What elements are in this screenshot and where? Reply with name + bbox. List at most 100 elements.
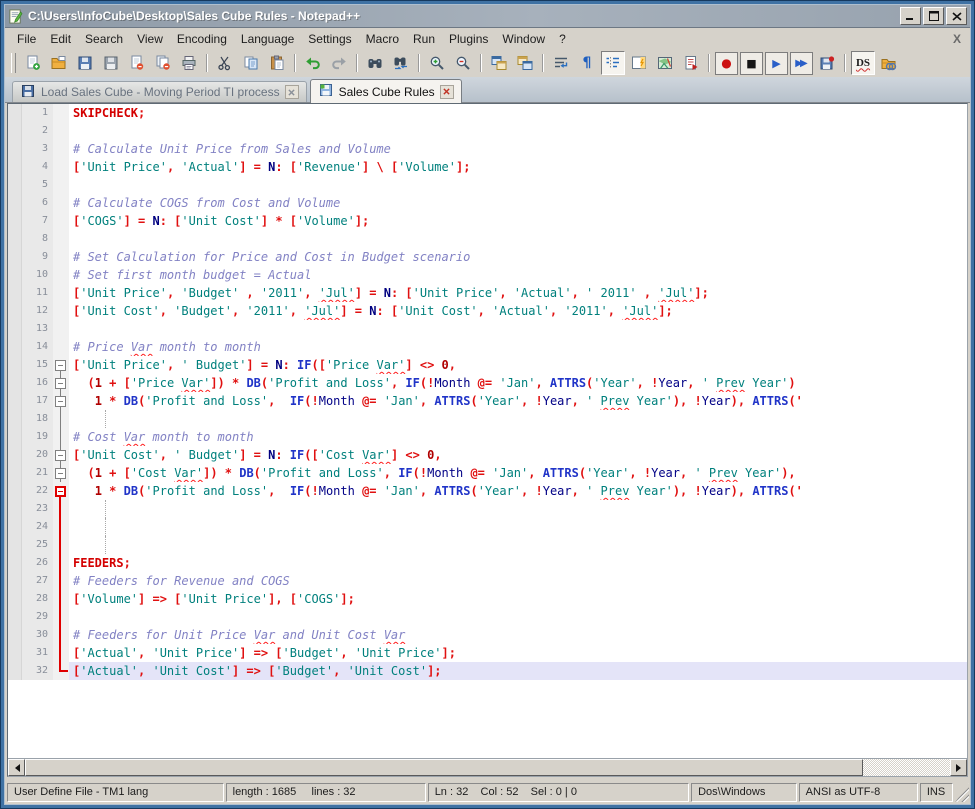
horizontal-scrollbar[interactable] <box>8 758 967 776</box>
tab-close-icon[interactable] <box>285 85 299 99</box>
bookmark-margin[interactable] <box>8 320 22 338</box>
doc-switcher-icon[interactable]: DS <box>851 51 875 75</box>
fold-toggle-icon[interactable] <box>55 360 66 371</box>
fold-toggle-icon[interactable] <box>55 468 66 479</box>
doc-map-icon[interactable] <box>627 51 651 75</box>
scroll-right-button[interactable] <box>950 759 967 776</box>
fold-margin[interactable] <box>53 464 69 482</box>
save-file-icon[interactable] <box>73 51 97 75</box>
word-wrap-icon[interactable] <box>549 51 573 75</box>
bookmark-margin[interactable] <box>8 410 22 428</box>
bookmark-margin[interactable] <box>8 356 22 374</box>
bookmark-margin[interactable] <box>8 302 22 320</box>
stop-macro-icon[interactable]: ■ <box>740 52 763 75</box>
close-all-icon[interactable] <box>151 51 175 75</box>
menu-item-language[interactable]: Language <box>234 30 301 48</box>
open-file-icon[interactable] <box>47 51 71 75</box>
tab-close-icon[interactable] <box>440 85 454 99</box>
sync-vertical-icon[interactable] <box>487 51 511 75</box>
replace-icon[interactable] <box>389 51 413 75</box>
fold-margin[interactable] <box>53 356 69 374</box>
bookmark-margin[interactable] <box>8 338 22 356</box>
fold-toggle-icon[interactable] <box>55 378 66 389</box>
scrollbar-track[interactable] <box>863 759 950 776</box>
bookmark-margin[interactable] <box>8 374 22 392</box>
bookmark-margin[interactable] <box>8 158 22 176</box>
bookmark-margin[interactable] <box>8 212 22 230</box>
fold-margin[interactable] <box>53 374 69 392</box>
close-document-x-icon[interactable]: X <box>953 32 961 46</box>
scrollbar-thumb[interactable] <box>25 759 863 776</box>
menu-item-encoding[interactable]: Encoding <box>170 30 234 48</box>
save-macro-icon[interactable] <box>815 51 839 75</box>
resize-grip[interactable] <box>955 783 969 802</box>
menu-item-window[interactable]: Window <box>495 30 552 48</box>
bookmark-margin[interactable] <box>8 500 22 518</box>
zoom-in-icon[interactable] <box>425 51 449 75</box>
menu-item-help[interactable]: ? <box>552 30 573 48</box>
bookmark-margin[interactable] <box>8 176 22 194</box>
menu-item-search[interactable]: Search <box>78 30 130 48</box>
fold-margin[interactable] <box>53 446 69 464</box>
bookmark-margin[interactable] <box>8 140 22 158</box>
scroll-left-button[interactable] <box>8 759 25 776</box>
bookmark-margin[interactable] <box>8 284 22 302</box>
bookmark-margin[interactable] <box>8 608 22 626</box>
monitor-icon[interactable] <box>679 51 703 75</box>
bookmark-margin[interactable] <box>8 266 22 284</box>
bookmark-margin[interactable] <box>8 428 22 446</box>
bookmark-margin[interactable] <box>8 644 22 662</box>
bookmark-margin[interactable] <box>8 464 22 482</box>
function-list-icon[interactable] <box>653 51 677 75</box>
bookmark-margin[interactable] <box>8 194 22 212</box>
run-macro-multi-icon[interactable]: ▶▶ <box>790 52 813 75</box>
zoom-out-icon[interactable] <box>451 51 475 75</box>
fold-margin[interactable] <box>53 482 69 500</box>
bookmark-margin[interactable] <box>8 626 22 644</box>
minimize-button[interactable] <box>900 7 921 25</box>
bookmark-margin[interactable] <box>8 590 22 608</box>
bookmark-margin[interactable] <box>8 536 22 554</box>
bookmark-margin[interactable] <box>8 572 22 590</box>
maximize-button[interactable] <box>923 7 944 25</box>
menu-item-file[interactable]: File <box>10 30 43 48</box>
fold-margin[interactable] <box>53 392 69 410</box>
sync-horizontal-icon[interactable] <box>513 51 537 75</box>
menu-item-run[interactable]: Run <box>406 30 442 48</box>
new-file-icon[interactable] <box>21 51 45 75</box>
close-file-icon[interactable] <box>125 51 149 75</box>
redo-icon[interactable] <box>327 51 351 75</box>
record-macro-icon[interactable]: ● <box>715 52 738 75</box>
undo-icon[interactable] <box>301 51 325 75</box>
fold-toggle-icon[interactable] <box>55 396 66 407</box>
fold-toggle-icon[interactable] <box>55 486 66 497</box>
bookmark-margin[interactable] <box>8 554 22 572</box>
fold-toggle-icon[interactable] <box>55 450 66 461</box>
show-all-chars-icon[interactable]: ¶ <box>575 51 599 75</box>
copy-icon[interactable] <box>239 51 263 75</box>
bookmark-margin[interactable] <box>8 248 22 266</box>
bookmark-margin[interactable] <box>8 104 22 122</box>
menu-item-view[interactable]: View <box>130 30 170 48</box>
title-bar[interactable]: C:\Users\InfoCube\Desktop\Sales Cube Rul… <box>5 5 970 28</box>
bookmark-margin[interactable] <box>8 518 22 536</box>
menu-item-macro[interactable]: Macro <box>359 30 406 48</box>
cut-icon[interactable] <box>213 51 237 75</box>
bookmark-margin[interactable] <box>8 482 22 500</box>
project-panel-icon[interactable] <box>877 51 901 75</box>
bookmark-margin[interactable] <box>8 122 22 140</box>
tab-inactive-0[interactable]: Load Sales Cube - Moving Period TI proce… <box>12 81 307 102</box>
paste-icon[interactable] <box>265 51 289 75</box>
close-button[interactable] <box>946 7 967 25</box>
print-icon[interactable] <box>177 51 201 75</box>
menu-item-settings[interactable]: Settings <box>301 30 358 48</box>
editor-text-area[interactable]: 1SKIPCHECK;23# Calculate Unit Price from… <box>8 104 967 758</box>
bookmark-margin[interactable] <box>8 662 22 680</box>
save-all-icon[interactable] <box>99 51 123 75</box>
tab-active-1[interactable]: Sales Cube Rules <box>310 79 462 103</box>
indent-guide-icon[interactable] <box>601 51 625 75</box>
play-macro-icon[interactable]: ▶ <box>765 52 788 75</box>
bookmark-margin[interactable] <box>8 230 22 248</box>
bookmark-margin[interactable] <box>8 446 22 464</box>
menu-item-plugins[interactable]: Plugins <box>442 30 495 48</box>
